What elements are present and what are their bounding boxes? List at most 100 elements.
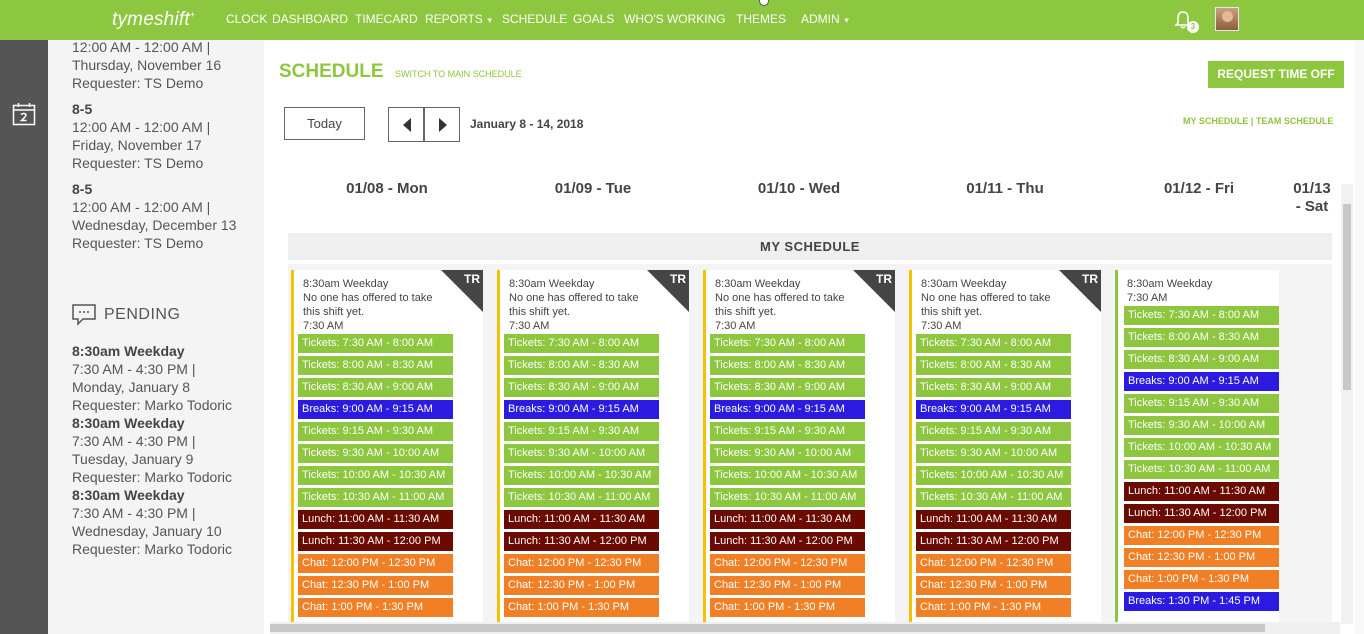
schedule-block-tickets[interactable]: Tickets: 10:30 AM - 11:00 AM xyxy=(916,488,1071,507)
schedule-block-tickets[interactable]: Tickets: 9:15 AM - 9:30 AM xyxy=(916,422,1071,441)
schedule-block-tickets[interactable]: Tickets: 9:15 AM - 9:30 AM xyxy=(710,422,865,441)
schedule-block-tickets[interactable]: Tickets: 10:00 AM - 10:30 AM xyxy=(1124,438,1279,457)
prev-week-button[interactable] xyxy=(388,107,424,142)
trade-badge[interactable]: TR xyxy=(853,270,895,312)
schedule-block-tickets[interactable]: Tickets: 10:30 AM - 11:00 AM xyxy=(504,488,659,507)
schedule-block-tickets[interactable]: Tickets: 7:30 AM - 8:00 AM xyxy=(1124,306,1279,325)
schedule-block-tickets[interactable]: Tickets: 9:30 AM - 10:00 AM xyxy=(504,444,659,463)
shift-card[interactable]: 8:30am Weekday No one has offered to tak… xyxy=(497,270,689,622)
nav-admin[interactable]: ADMIN ▼ xyxy=(801,12,851,26)
schedule-block-chat[interactable]: Chat: 12:30 PM - 1:00 PM xyxy=(298,576,453,595)
schedule-block-chat[interactable]: Chat: 12:00 PM - 12:30 PM xyxy=(916,554,1071,573)
schedule-block-tickets[interactable]: Tickets: 9:15 AM - 9:30 AM xyxy=(1124,394,1279,413)
schedule-block-lunch[interactable]: Lunch: 11:00 AM - 11:30 AM xyxy=(916,510,1071,529)
nav-goals[interactable]: GOALS xyxy=(573,12,614,26)
schedule-block-tickets[interactable]: Tickets: 8:30 AM - 9:00 AM xyxy=(298,378,453,397)
schedule-block-tickets[interactable]: Tickets: 9:30 AM - 10:00 AM xyxy=(916,444,1071,463)
today-button[interactable]: Today xyxy=(284,107,365,140)
app-logo[interactable]: tymeshift+ xyxy=(112,9,195,31)
schedule-block-tickets[interactable]: Tickets: 10:00 AM - 10:30 AM xyxy=(916,466,1071,485)
schedule-vertical-scrollbar[interactable] xyxy=(1341,184,1353,624)
shift-card[interactable]: 8:30am Weekday No one has offered to tak… xyxy=(909,270,1101,622)
shift-card[interactable]: 8:30am Weekday No one has offered to tak… xyxy=(291,270,483,622)
nav-clock[interactable]: CLOCK xyxy=(226,12,267,26)
schedule-block-tickets[interactable]: Tickets: 9:15 AM - 9:30 AM xyxy=(298,422,453,441)
schedule-block-tickets[interactable]: Tickets: 10:30 AM - 11:00 AM xyxy=(1124,460,1279,479)
schedule-block-chat[interactable]: Chat: 12:00 PM - 12:30 PM xyxy=(504,554,659,573)
trade-badge[interactable]: TR xyxy=(441,270,483,312)
schedule-block-tickets[interactable]: Tickets: 8:30 AM - 9:00 AM xyxy=(1124,350,1279,369)
schedule-block-tickets[interactable]: Tickets: 8:00 AM - 8:30 AM xyxy=(504,356,659,375)
schedule-block-breaks[interactable]: Breaks: 9:00 AM - 9:15 AM xyxy=(916,400,1071,419)
schedule-block-breaks[interactable]: Breaks: 9:00 AM - 9:15 AM xyxy=(298,400,453,419)
schedule-horizontal-scrollbar[interactable] xyxy=(270,622,1340,634)
avatar[interactable] xyxy=(1215,7,1239,31)
shift-card[interactable]: 8:30am Weekday No one has offered to tak… xyxy=(703,270,895,622)
schedule-block-tickets[interactable]: Tickets: 8:00 AM - 8:30 AM xyxy=(298,356,453,375)
schedule-block-chat[interactable]: Chat: 12:30 PM - 1:00 PM xyxy=(710,576,865,595)
nav-dashboard[interactable]: DASHBOARD xyxy=(272,12,348,26)
nav-whos-working[interactable]: WHO'S WORKING xyxy=(624,12,726,26)
page-scrollbar[interactable] xyxy=(1354,40,1364,634)
schedule-block-tickets[interactable]: Tickets: 8:00 AM - 8:30 AM xyxy=(916,356,1071,375)
schedule-block-tickets[interactable]: Tickets: 8:30 AM - 9:00 AM xyxy=(916,378,1071,397)
schedule-block-tickets[interactable]: Tickets: 9:15 AM - 9:30 AM xyxy=(504,422,659,441)
schedule-block-tickets[interactable]: Tickets: 10:00 AM - 10:30 AM xyxy=(298,466,453,485)
schedule-block-lunch[interactable]: Lunch: 11:00 AM - 11:30 AM xyxy=(298,510,453,529)
schedule-block-chat[interactable]: Chat: 1:00 PM - 1:30 PM xyxy=(298,598,453,617)
schedule-block-tickets[interactable]: Tickets: 8:00 AM - 8:30 AM xyxy=(1124,328,1279,347)
schedule-block-lunch[interactable]: Lunch: 11:00 AM - 11:30 AM xyxy=(504,510,659,529)
schedule-block-breaks[interactable]: Breaks: 9:00 AM - 9:15 AM xyxy=(710,400,865,419)
schedule-block-lunch[interactable]: Lunch: 11:30 AM - 12:00 PM xyxy=(298,532,453,551)
schedule-block-lunch[interactable]: Lunch: 11:00 AM - 11:30 AM xyxy=(710,510,865,529)
schedule-block-tickets[interactable]: Tickets: 8:30 AM - 9:00 AM xyxy=(710,378,865,397)
schedule-view-links[interactable]: MY SCHEDULE | TEAM SCHEDULE xyxy=(1183,116,1333,126)
nav-reports[interactable]: REPORTS ▼ xyxy=(425,12,494,26)
nav-schedule[interactable]: SCHEDULE xyxy=(502,12,567,26)
request-time-off-button[interactable]: REQUEST TIME OFF xyxy=(1208,61,1344,88)
schedule-block-lunch[interactable]: Lunch: 11:30 AM - 12:00 PM xyxy=(710,532,865,551)
schedule-block-lunch[interactable]: Lunch: 11:00 AM - 11:30 AM xyxy=(1124,482,1279,501)
schedule-block-tickets[interactable]: Tickets: 10:30 AM - 11:00 AM xyxy=(298,488,453,507)
schedule-block-chat[interactable]: Chat: 12:00 PM - 12:30 PM xyxy=(710,554,865,573)
trade-badge[interactable]: TR xyxy=(1059,270,1101,312)
schedule-block-tickets[interactable]: Tickets: 9:30 AM - 10:00 AM xyxy=(1124,416,1279,435)
schedule-block-tickets[interactable]: Tickets: 7:30 AM - 8:00 AM xyxy=(710,334,865,353)
schedule-block-breaks[interactable]: Breaks: 9:00 AM - 9:15 AM xyxy=(1124,372,1279,391)
schedule-block-chat[interactable]: Chat: 1:00 PM - 1:30 PM xyxy=(710,598,865,617)
schedule-block-chat[interactable]: Chat: 1:00 PM - 1:30 PM xyxy=(1124,570,1279,589)
schedule-block-breaks[interactable]: Breaks: 9:00 AM - 9:15 AM xyxy=(504,400,659,419)
schedule-block-tickets[interactable]: Tickets: 7:30 AM - 8:00 AM xyxy=(504,334,659,353)
trade-badge[interactable]: TR xyxy=(647,270,689,312)
schedule-block-tickets[interactable]: Tickets: 8:30 AM - 9:00 AM xyxy=(504,378,659,397)
schedule-block-chat[interactable]: Chat: 12:00 PM - 12:30 PM xyxy=(1124,526,1279,545)
scrollbar-thumb[interactable] xyxy=(270,624,1265,632)
schedule-block-chat[interactable]: Chat: 12:00 PM - 12:30 PM xyxy=(298,554,453,573)
schedule-block-lunch[interactable]: Lunch: 11:30 AM - 12:00 PM xyxy=(1124,504,1279,523)
schedule-block-tickets[interactable]: Tickets: 7:30 AM - 8:00 AM xyxy=(298,334,453,353)
schedule-block-chat[interactable]: Chat: 12:30 PM - 1:00 PM xyxy=(1124,548,1279,567)
schedule-block-chat[interactable]: Chat: 1:00 PM - 1:30 PM xyxy=(504,598,659,617)
nav-timecard[interactable]: TIMECARD xyxy=(355,12,418,26)
schedule-block-tickets[interactable]: Tickets: 8:00 AM - 8:30 AM xyxy=(710,356,865,375)
nav-themes[interactable]: THEMES xyxy=(736,12,786,26)
schedule-block-tickets[interactable]: Tickets: 10:00 AM - 10:30 AM xyxy=(504,466,659,485)
schedule-block-tickets[interactable]: Tickets: 9:30 AM - 10:00 AM xyxy=(298,444,453,463)
shift-card[interactable]: 8:30am Weekday 7:30 AM Tickets: 7:30 AM … xyxy=(1115,270,1279,622)
schedule-block-tickets[interactable]: Tickets: 10:00 AM - 10:30 AM xyxy=(710,466,865,485)
schedule-block-tickets[interactable]: Tickets: 7:30 AM - 8:00 AM xyxy=(916,334,1071,353)
next-week-button[interactable] xyxy=(424,107,460,142)
schedule-block-chat[interactable]: Chat: 12:30 PM - 1:00 PM xyxy=(504,576,659,595)
schedule-block-tickets[interactable]: Tickets: 9:30 AM - 10:00 AM xyxy=(710,444,865,463)
schedule-block-tickets[interactable]: Tickets: 10:30 AM - 11:00 AM xyxy=(710,488,865,507)
schedule-block-chat[interactable]: Chat: 1:00 PM - 1:30 PM xyxy=(916,598,1071,617)
pending-request[interactable]: 8:30am Weekday 7:30 AM - 4:30 PM | Monda… xyxy=(72,342,262,414)
switch-to-main-schedule-link[interactable]: SWITCH TO MAIN SCHEDULE xyxy=(395,69,522,79)
schedule-block-lunch[interactable]: Lunch: 11:30 AM - 12:00 PM xyxy=(916,532,1071,551)
schedule-block-lunch[interactable]: Lunch: 11:30 AM - 12:00 PM xyxy=(504,532,659,551)
schedule-block-chat[interactable]: Chat: 12:30 PM - 1:00 PM xyxy=(916,576,1071,595)
scrollbar-thumb[interactable] xyxy=(1343,204,1351,390)
pending-request[interactable]: 8:30am Weekday 7:30 AM - 4:30 PM | Tuesd… xyxy=(72,414,262,486)
pending-request[interactable]: 8:30am Weekday 7:30 AM - 4:30 PM | Wedne… xyxy=(72,486,262,558)
calendar-icon[interactable] xyxy=(12,102,36,126)
